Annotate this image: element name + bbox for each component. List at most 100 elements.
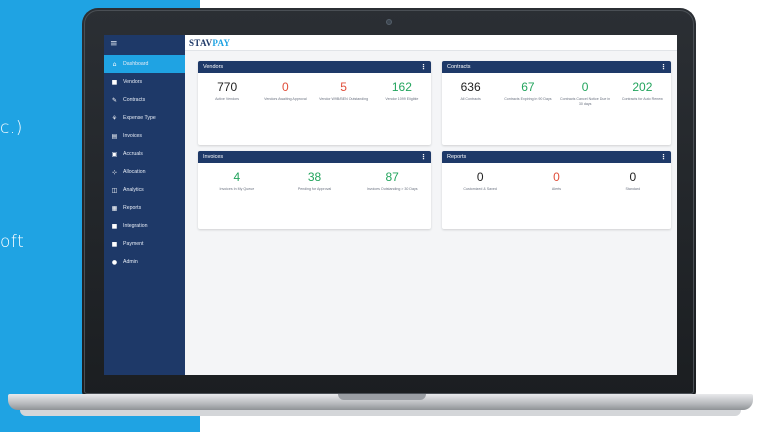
sidebar-item-expense-type[interactable]: ⚘ Expense Type [104, 109, 185, 127]
sidebar-item-payment[interactable]: ■ Payment [104, 235, 185, 253]
sidebar-item-integration[interactable]: ■ Integration [104, 217, 185, 235]
metric-value: 0 [282, 80, 289, 94]
metric-tile[interactable]: 0 Contracts Cancel Notice Due in 30 days [557, 80, 614, 107]
metric-value: 202 [632, 80, 653, 94]
sidebar-item-dashboard[interactable]: ⌂ Dashboard [104, 55, 185, 73]
metric-label: Vendor W9B/BEN Outstanding [319, 97, 369, 101]
sidebar-nav: ⌂ Dashboard ■ Vendors ✎ Contracts ⚘ Expense Typ… [104, 55, 185, 271]
metric-tile[interactable]: 202 Contracts for Auto Renew [614, 80, 671, 107]
laptop-base-notch [338, 394, 426, 400]
contracts-card-header: Contracts ⋮ [442, 61, 671, 73]
allocation-icon: ⊹ [111, 168, 118, 176]
metric-value: 636 [460, 80, 481, 94]
metric-label: Invoices In My Queue [219, 187, 255, 191]
kebab-menu-icon[interactable]: ⋮ [660, 61, 667, 73]
card-title: Vendors [203, 64, 224, 70]
metric-tile[interactable]: 38 Pending for Approval [276, 170, 354, 192]
metric-value: 5 [340, 80, 347, 94]
background-text-line-1: c.) [0, 118, 23, 138]
metric-value: 0 [476, 170, 484, 184]
metric-label: Customized & Saved [463, 187, 497, 191]
sidebar-item-label: Expense Type [123, 115, 156, 121]
metric-value: 0 [629, 170, 637, 184]
invoices-metrics: 4 Invoices In My Queue 38 Pending for Appro… [198, 163, 431, 192]
metric-value: 4 [233, 170, 241, 184]
kebab-menu-icon[interactable]: ⋮ [420, 151, 427, 163]
laptop-screen: ≡ ⌂ Dashboard ■ Vendors ✎ Contracts ⚘ Expense T… [104, 35, 677, 375]
sidebar-item-allocation[interactable]: ⊹ Allocation [104, 163, 185, 181]
sidebar-item-label: Invoices [123, 133, 143, 139]
metric-tile[interactable]: 770 Active Vendors [198, 80, 256, 102]
laptop-base-shadow [20, 410, 741, 416]
metric-label: Vendors Awaiting Approval [264, 97, 307, 101]
metric-tile[interactable]: 5 Vendor W9B/BEN Outstanding [315, 80, 373, 102]
sidebar-item-accruals[interactable]: ▣ Accruals [104, 145, 185, 163]
sidebar-item-label: Reports [123, 205, 142, 211]
card-title: Contracts [447, 64, 471, 70]
card-title: Invoices [203, 154, 224, 160]
logo-text-part-1: STAV [189, 38, 213, 48]
metric-label: Contracts for Auto Renew [621, 97, 663, 101]
sidebar-item-label: Payment [123, 241, 144, 247]
sidebar-item-admin[interactable]: ● Admin [104, 253, 185, 271]
metric-value: 38 [307, 170, 322, 184]
metric-tile[interactable]: 0 Customized & Saved [442, 170, 518, 192]
sidebar-item-label: Contracts [123, 97, 146, 103]
metric-tile[interactable]: 0 Alerts [518, 170, 594, 192]
hamburger-menu-icon[interactable]: ≡ [110, 39, 118, 49]
invoices-card-header: Invoices ⋮ [198, 151, 431, 163]
contracts-card: Contracts ⋮ 636 All Contracts 67 Contracts Ex… [442, 61, 671, 145]
metric-tile[interactable]: 87 Invoices Outstanding > 30 Days [353, 170, 431, 192]
background-text-line-2: oft [0, 232, 25, 252]
sidebar-item-label: Accruals [123, 151, 143, 157]
metric-tile[interactable]: 0 Standard [595, 170, 671, 192]
metric-value: 0 [581, 80, 589, 94]
metric-tile[interactable]: 636 All Contracts [442, 80, 499, 107]
reports-metrics: 0 Customized & Saved 0 Alerts 0 Standard [442, 163, 671, 192]
metric-label: Vendor 1099 Eligible [385, 97, 419, 101]
sidebar-item-label: Integration [123, 223, 148, 229]
contracts-metrics: 636 All Contracts 67 Contracts Expiring in … [442, 73, 671, 107]
sidebar-item-label: Analytics [123, 187, 144, 193]
stavpay-logo[interactable]: STAVPAY [189, 38, 230, 48]
sidebar-item-label: Dashboard [123, 61, 149, 67]
logo-text-part-2: PAY [212, 38, 231, 48]
webcam-icon [386, 19, 392, 25]
sidebar-item-label: Admin [123, 259, 138, 265]
accrual-icon: ▣ [111, 150, 118, 158]
sidebar-item-vendors[interactable]: ■ Vendors [104, 73, 185, 91]
vendors-metrics: 770 Active Vendors 0 Vendors Awaiting Appro… [198, 73, 431, 102]
reports-card: Reports ⋮ 0 Customized & Saved 0 Alerts 0 Stand… [442, 151, 671, 229]
analytics-icon: ◫ [111, 186, 118, 194]
metric-tile[interactable]: 67 Contracts Expiring in 90 Days [499, 80, 556, 107]
sidebar-item-analytics[interactable]: ◫ Analytics [104, 181, 185, 199]
metric-label: Contracts Expiring in 90 Days [504, 97, 552, 101]
metric-label: Invoices Outstanding > 30 Days [366, 187, 418, 191]
vendors-card-header: Vendors ⋮ [198, 61, 431, 73]
sidebar-item-reports[interactable]: ▦ Reports [104, 199, 185, 217]
metric-value: 162 [391, 80, 412, 94]
invoice-icon: ▤ [111, 132, 118, 140]
metric-label: Active Vendors [215, 97, 240, 101]
contract-icon: ✎ [111, 96, 118, 104]
reports-card-header: Reports ⋮ [442, 151, 671, 163]
kebab-menu-icon[interactable]: ⋮ [660, 151, 667, 163]
metric-label: Standard [625, 187, 641, 191]
sidebar-item-invoices[interactable]: ▤ Invoices [104, 127, 185, 145]
metric-tile[interactable]: 0 Vendors Awaiting Approval [256, 80, 314, 102]
metric-value: 67 [521, 80, 535, 94]
metric-tile[interactable]: 4 Invoices In My Queue [198, 170, 276, 192]
admin-icon: ● [111, 258, 118, 266]
metric-label: Contracts Cancel Notice Due in 30 days [560, 97, 611, 106]
metric-tile[interactable]: 162 Vendor 1099 Eligible [373, 80, 431, 102]
kebab-menu-icon[interactable]: ⋮ [420, 61, 427, 73]
metric-value: 0 [553, 170, 560, 184]
metric-value: 770 [217, 80, 238, 94]
vendor-icon: ■ [111, 78, 118, 86]
integration-icon: ■ [111, 222, 118, 230]
sidebar: ≡ ⌂ Dashboard ■ Vendors ✎ Contracts ⚘ Expense T… [104, 35, 185, 375]
expense-icon: ⚘ [111, 114, 118, 122]
metric-label: Pending for Approval [297, 187, 332, 191]
sidebar-item-contracts[interactable]: ✎ Contracts [104, 91, 185, 109]
sidebar-item-label: Vendors [123, 79, 143, 85]
